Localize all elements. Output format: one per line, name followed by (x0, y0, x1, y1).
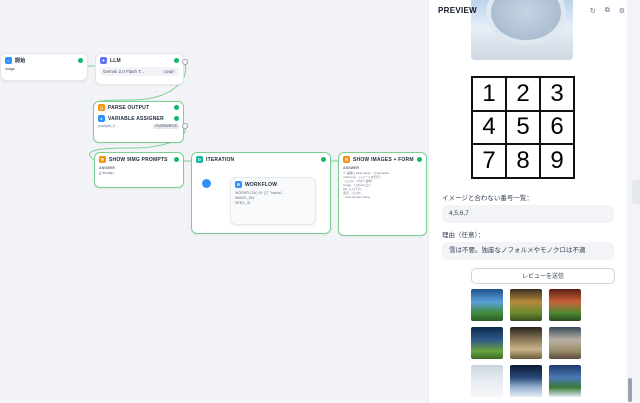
node-show-form[interactable]: ☰ SHOW IMAGES + FORM ANSWER ※ 画像と1dify-in… (338, 152, 427, 236)
success-check-icon (321, 157, 326, 162)
iteration-icon: ↻ (196, 156, 203, 163)
answer-icon: ☰ (343, 156, 350, 163)
iteration-start-icon (202, 179, 211, 188)
variable-icon: x (98, 115, 105, 122)
node-title: WORKFLOW (245, 181, 278, 188)
form-line: ...user.answer inline... (343, 195, 373, 199)
node-output-port[interactable] (182, 59, 188, 65)
grid-cell: 5 (506, 110, 540, 145)
answer-field-value: {{ #uvarp... (99, 171, 117, 175)
answer-icon: ☰ (99, 156, 106, 163)
node-title: 開始 (15, 58, 26, 64)
submit-review-button[interactable]: レビューを送信 (471, 268, 615, 284)
stadium-thumbnail (549, 327, 581, 359)
node-show-prompts[interactable]: ☰ SHOW 9IMG PROMPTS ANSWER {{ #uvarp... (94, 152, 184, 188)
success-check-icon (78, 58, 83, 63)
stadium-thumbnail (549, 365, 581, 397)
llm-model: Gemini 2.0 Flash T... CHAT (100, 67, 179, 76)
grid-cell: 7 (472, 144, 506, 178)
model-name: Gemini 2.0 Flash T... (103, 69, 145, 74)
stadium-thumbnail (510, 289, 542, 321)
success-check-icon (417, 157, 422, 162)
node-workflow[interactable]: ⚙ WORKFLOW WORKFLOW_ID: ["{" "inputs"... … (230, 177, 316, 225)
grid-cell: 8 (506, 144, 540, 178)
node-title: SHOW 9IMG PROMPTS (109, 156, 168, 163)
success-check-icon (174, 157, 179, 162)
variables-icon[interactable]: ⧉ (605, 7, 610, 15)
grid-cell: 4 (472, 110, 506, 145)
preview-toolbar: ↻ ⧉ ⚙ (590, 7, 625, 15)
preview-title: PREVIEW (438, 6, 477, 15)
workflow-canvas[interactable]: ⌂ 開始 image ✦ LLM Gemini 2.0 Flash T... CHAT… (0, 0, 430, 403)
assigner-var: prompts_li... (98, 124, 118, 128)
node-llm[interactable]: ✦ LLM Gemini 2.0 Flash T... CHAT (95, 53, 184, 85)
numbers-label: イメージと合わない番号一覧： (442, 195, 533, 202)
success-check-icon (174, 58, 179, 63)
assigner-row: prompts_li... OVERWRITE (98, 124, 179, 129)
stadium-thumbnail (471, 327, 503, 359)
start-input-var: image (5, 67, 15, 71)
grid-cell: 2 (506, 77, 540, 111)
home-icon: ⌂ (5, 57, 12, 64)
grid-cell: 6 (540, 110, 574, 145)
model-mode-badge: CHAT (162, 69, 176, 74)
preview-panel: PREVIEW ↻ ⧉ ⚙ 1 2 3 4 5 6 7 8 9 イメージと合わな… (428, 0, 633, 403)
node-title: VARIABLE ASSIGNER (108, 115, 164, 122)
thumbnail-grid (471, 289, 615, 397)
workflow-param: SEED_ID (235, 201, 251, 205)
node-iteration[interactable]: ↻ ITERATION ⚙ WORKFLOW WORKFLOW_ID: ["{" "… (191, 152, 331, 234)
node-start[interactable]: ⌂ 開始 image (0, 53, 88, 81)
stadium-thumbnail (510, 365, 542, 397)
node-output-port[interactable] (182, 123, 188, 129)
node-group-parse[interactable]: {} PARSE OUTPUT x VARIABLE ASSIGNER prompt… (93, 101, 184, 143)
numbers-input[interactable]: 4,5,6,7 (442, 205, 614, 223)
node-title: SHOW IMAGES + FORM (353, 156, 414, 163)
number-grid-image: 1 2 3 4 5 6 7 8 9 (471, 76, 575, 179)
reason-input[interactable]: 雪は不要。独座なノフォルメやモノクロは不適 (442, 242, 614, 260)
grid-cell: 3 (540, 77, 574, 111)
grid-cell: 9 (540, 144, 574, 178)
node-title: PARSE OUTPUT (108, 104, 150, 111)
panel-resize-handle[interactable] (632, 180, 640, 204)
code-icon: {} (98, 104, 105, 111)
workflow-icon: ⚙ (235, 181, 242, 188)
stadium-thumbnail (549, 289, 581, 321)
refresh-icon[interactable]: ↻ (590, 7, 596, 15)
stadium-thumbnail (471, 365, 503, 397)
scrollbar-thumb[interactable] (628, 378, 632, 402)
reason-label: 理由（任意）： (442, 232, 485, 239)
node-title: ITERATION (206, 156, 235, 163)
llm-icon: ✦ (100, 57, 107, 64)
stadium-thumbnail (510, 327, 542, 359)
stadium-thumbnail (471, 289, 503, 321)
preview-image-top (471, 0, 573, 60)
assigner-op-badge: OVERWRITE (153, 124, 179, 129)
grid-cell: 1 (472, 77, 506, 111)
settings-icon[interactable]: ⚙ (619, 7, 625, 15)
node-title: LLM (110, 57, 121, 64)
success-check-icon (174, 116, 179, 121)
success-check-icon (174, 105, 179, 110)
